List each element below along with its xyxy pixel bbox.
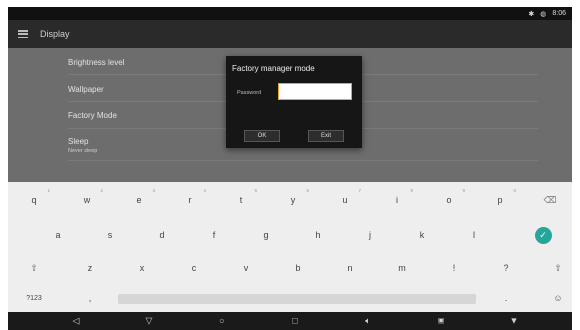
setting-sleep[interactable]: Sleep Never sleep bbox=[68, 137, 97, 154]
setting-wallpaper[interactable]: Wallpaper bbox=[68, 85, 104, 94]
key-v[interactable]: v bbox=[226, 256, 266, 280]
key-u[interactable]: u7 bbox=[325, 188, 365, 212]
divider bbox=[68, 160, 538, 161]
emoji-icon: ☺ bbox=[553, 293, 563, 303]
setting-sublabel: Never sleep bbox=[68, 148, 98, 154]
key-d[interactable]: d bbox=[142, 223, 182, 247]
key-k[interactable]: k bbox=[402, 223, 442, 247]
menu-icon[interactable] bbox=[18, 30, 28, 38]
keyboard-hide-icon[interactable]: ▼ bbox=[510, 316, 519, 326]
key-period[interactable]: . bbox=[486, 286, 526, 310]
setting-label: Sleep bbox=[68, 137, 89, 146]
shift-icon: ⇧ bbox=[30, 262, 38, 273]
symbols-key[interactable]: ?123 bbox=[14, 286, 54, 310]
shift-key-right[interactable]: ⇧ bbox=[538, 256, 578, 280]
exit-button[interactable]: Exit bbox=[308, 130, 344, 142]
key-o[interactable]: o9 bbox=[429, 188, 469, 212]
emoji-key[interactable]: ☺ bbox=[538, 286, 578, 310]
key-g[interactable]: g bbox=[246, 223, 286, 247]
screenshot-icon[interactable]: ▣ bbox=[438, 318, 445, 325]
enter-key[interactable]: ✓ bbox=[523, 223, 563, 247]
key-comma[interactable]: , bbox=[70, 286, 110, 310]
key-h[interactable]: h bbox=[298, 223, 338, 247]
key-q[interactable]: q1 bbox=[14, 188, 54, 212]
app-bar: Display bbox=[8, 20, 572, 48]
key-exclamation[interactable]: ! bbox=[434, 256, 474, 280]
setting-factory-mode[interactable]: Factory Mode bbox=[68, 111, 117, 120]
key-x[interactable]: x bbox=[122, 256, 162, 280]
key-question[interactable]: ? bbox=[486, 256, 526, 280]
page-title: Display bbox=[40, 29, 70, 39]
status-time: 8:06 bbox=[552, 10, 566, 17]
bluetooth-icon: ✱ bbox=[528, 10, 535, 18]
volume-down-icon[interactable]: ▽ bbox=[146, 316, 153, 326]
key-b[interactable]: b bbox=[278, 256, 318, 280]
key-w[interactable]: w2 bbox=[67, 188, 107, 212]
key-j[interactable]: j bbox=[350, 223, 390, 247]
back-icon[interactable]: ◁ bbox=[73, 316, 80, 326]
key-t[interactable]: t5 bbox=[221, 188, 261, 212]
ok-button[interactable]: OK bbox=[244, 130, 280, 142]
key-a[interactable]: a bbox=[38, 223, 78, 247]
recents-icon[interactable]: □ bbox=[292, 316, 297, 326]
home-icon[interactable]: ○ bbox=[219, 316, 224, 326]
soft-keyboard: q1 w2 e3 r4 t5 y6 u7 i8 o9 p0 ⌫ a s d f … bbox=[8, 182, 572, 312]
shift-icon: ⇧ bbox=[554, 262, 562, 273]
factory-mode-dialog: Factory manager mode Password OK Exit bbox=[226, 56, 362, 148]
setting-label: Brightness level bbox=[68, 58, 125, 67]
wifi-icon: ◍ bbox=[540, 10, 547, 18]
backspace-key[interactable]: ⌫ bbox=[530, 188, 570, 212]
shift-key-left[interactable]: ⇧ bbox=[14, 256, 54, 280]
key-m[interactable]: m bbox=[382, 256, 422, 280]
key-i[interactable]: i8 bbox=[377, 188, 417, 212]
key-y[interactable]: y6 bbox=[273, 188, 313, 212]
backspace-icon: ⌫ bbox=[543, 194, 557, 205]
status-bar: ✱ ◍ 8:06 bbox=[8, 7, 572, 20]
key-n[interactable]: n bbox=[330, 256, 370, 280]
key-z[interactable]: z bbox=[70, 256, 110, 280]
key-p[interactable]: p0 bbox=[480, 188, 520, 212]
key-e[interactable]: e3 bbox=[119, 188, 159, 212]
key-f[interactable]: f bbox=[194, 223, 234, 247]
dialog-title: Factory manager mode bbox=[232, 64, 315, 73]
volume-icon[interactable]: 🔈︎ bbox=[365, 316, 370, 326]
space-bar[interactable] bbox=[118, 294, 476, 304]
setting-label: Wallpaper bbox=[68, 85, 104, 94]
navigation-bar: ◁ ▽ ○ □ 🔈︎ ▣ ▼ bbox=[8, 312, 572, 330]
key-s[interactable]: s bbox=[90, 223, 130, 247]
setting-label: Factory Mode bbox=[68, 111, 117, 120]
setting-brightness-level[interactable]: Brightness level bbox=[68, 58, 124, 67]
key-l[interactable]: l bbox=[454, 223, 494, 247]
check-icon: ✓ bbox=[534, 226, 552, 244]
key-c[interactable]: c bbox=[174, 256, 214, 280]
password-label: Password bbox=[237, 90, 262, 96]
key-r[interactable]: r4 bbox=[170, 188, 210, 212]
password-input[interactable] bbox=[278, 83, 352, 100]
